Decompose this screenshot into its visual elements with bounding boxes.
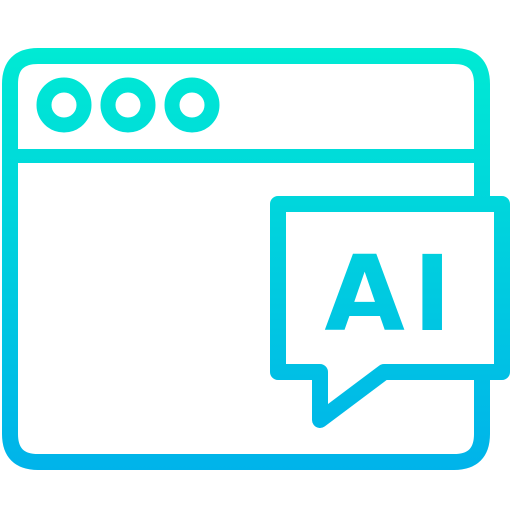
browser-ai-icon: AI xyxy=(2,48,510,470)
window-dot-3-icon xyxy=(164,77,220,133)
ai-label: AI xyxy=(324,233,459,355)
window-dot-1-icon xyxy=(36,77,92,133)
window-dot-2-icon xyxy=(100,77,156,133)
icon-canvas: AI xyxy=(0,0,512,512)
